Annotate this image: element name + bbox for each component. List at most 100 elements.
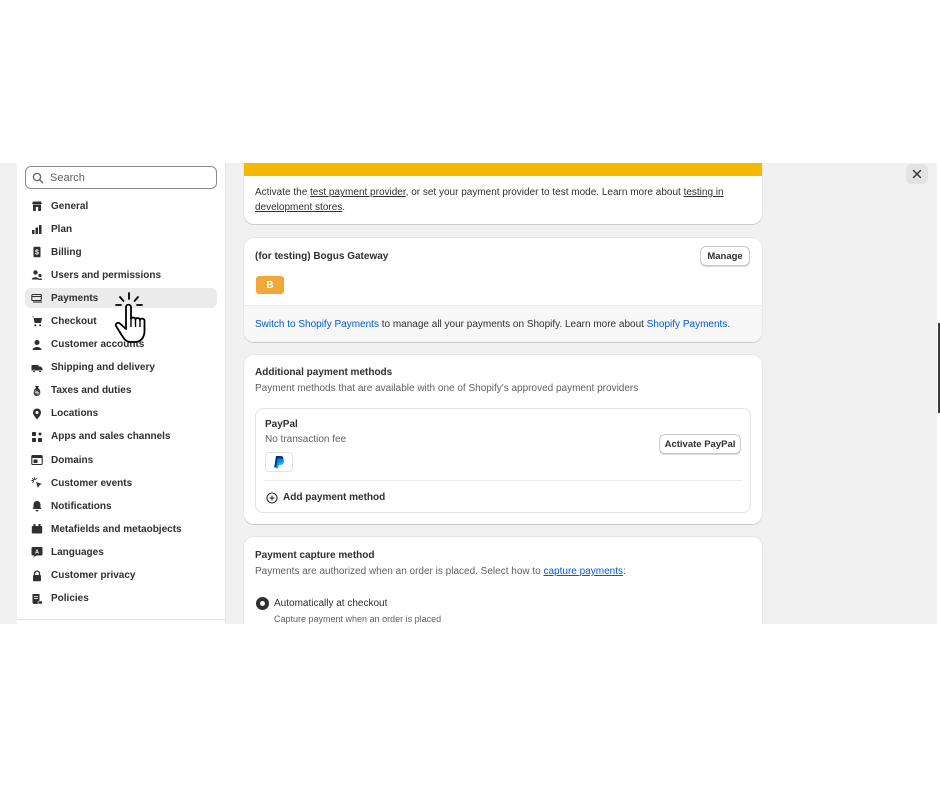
sidebar-item-label: Languages [51,546,104,558]
capture-payments-link[interactable]: capture payments [544,566,624,577]
gateway-logo-badge: B [256,276,284,294]
shopify-payments-strip: Switch to Shopify Payments to manage all… [244,305,762,342]
search-placeholder: Search [50,171,85,184]
additional-payment-methods-card: Additional payment methods Payment metho… [244,355,762,524]
switch-text-end: . [727,319,731,330]
sidebar-item-label: Payments [51,292,99,304]
shopify-payments-learn-link[interactable]: Shopify Payments [647,319,728,330]
test-mode-text-mid: , or set your payment provider to test m… [405,187,684,198]
sidebar-item-label: Customer events [51,477,133,489]
sidebar-item-locations[interactable]: Locations [25,404,217,424]
sidebar-item-label: Metafields and metaobjects [51,523,182,535]
capture-subtitle-pre: Payments are authorized when an order is… [255,566,544,577]
sidebar-item-label: Shipping and delivery [51,362,155,374]
plan-chart-icon [31,223,43,235]
sidebar-item-customer-privacy[interactable]: Customer privacy [25,566,217,586]
gateway-title: (for testing) Bogus Gateway [255,251,389,262]
capture-title: Payment capture method [255,550,375,561]
test-payment-provider-link[interactable]: test payment provider [310,187,406,198]
sidebar-item-metafields[interactable]: Metafields and metaobjects [25,519,217,539]
automatic-checkout-label: Automatically at checkout [274,598,388,609]
sidebar-item-billing[interactable]: $ Billing [25,242,217,262]
tax-icon: % [31,385,43,397]
domain-icon [31,454,43,466]
sidebar-item-taxes[interactable]: % Taxes and duties [25,381,217,401]
test-mode-text-post: . [342,202,346,213]
sidebar-item-policies[interactable]: Policies [25,589,217,609]
sidebar-item-users[interactable]: Users and permissions [25,265,217,285]
svg-text:A: A [35,550,39,556]
lock-icon [31,569,43,582]
test-mode-card: Activate the test payment provider, or s… [244,163,762,224]
sidebar-item-label: General [51,200,89,212]
sidebar-item-label: Billing [51,246,82,258]
paypal-box: PayPal No transaction fee Activate PayPa… [255,408,751,513]
receipt-icon: $ [31,246,43,258]
payments-icon [31,292,43,304]
test-mode-text-pre: Activate the [255,187,311,198]
search-icon [32,172,44,183]
svg-text:%: % [35,390,40,396]
sidebar-item-apps[interactable]: Apps and sales channels [25,427,217,447]
add-payment-method-button[interactable]: Add payment method [266,490,385,505]
policy-icon [31,593,43,605]
store-icon [31,200,43,212]
switch-shopify-payments-link[interactable]: Switch to Shopify Payments [255,319,379,330]
sidebar-item-label: Locations [51,408,99,420]
truck-icon [31,362,43,374]
capture-subtitle: Payments are authorized when an order is… [255,564,626,579]
settings-screenshot: Search General Plan $ Billing Users and … [0,163,940,624]
paypal-fee: No transaction fee [265,434,347,445]
paypal-divider [264,480,742,481]
switch-payments-text: Switch to Shopify Payments to manage all… [255,317,730,332]
add-payment-method-label: Add payment method [283,492,386,503]
sidebar-item-customer-events[interactable]: Customer events [25,473,217,493]
location-pin-icon [31,408,43,420]
sidebar-item-label: Taxes and duties [51,385,132,397]
sidebar-item-label: Apps and sales channels [51,431,171,443]
svg-text:$: $ [35,250,39,257]
settings-sidebar: Search General Plan $ Billing Users and … [17,163,226,624]
activate-paypal-button[interactable]: Activate PayPal [659,434,741,454]
cursor-click-icon [31,477,43,489]
close-icon [912,169,922,179]
language-icon: A [31,546,43,558]
capture-subtitle-post: : [623,566,626,577]
hand-pointer-cursor [114,292,146,343]
payment-capture-card: Payment capture method Payments are auth… [244,537,762,624]
radio-automatic-checkout[interactable] [256,597,269,610]
sidebar-item-languages[interactable]: A Languages [25,542,217,562]
sidebar-item-shipping[interactable]: Shipping and delivery [25,358,217,378]
sidebar-item-label: Customer privacy [51,570,136,581]
additional-methods-title: Additional payment methods [255,367,393,378]
person-icon [31,339,43,351]
paypal-name: PayPal [265,419,298,430]
bell-icon [31,500,43,512]
test-mode-description: Activate the test payment provider, or s… [255,185,745,215]
paypal-logo [265,452,293,472]
users-icon [31,269,43,281]
automatic-checkout-description: Capture payment when an order is placed [274,614,442,624]
sidebar-item-general[interactable]: General [25,196,217,216]
manage-button[interactable]: Manage [700,246,750,266]
sidebar-item-label: Plan [51,223,73,235]
additional-methods-subtitle: Payment methods that are available with … [255,383,639,394]
sidebar-item-label: Notifications [51,500,112,512]
sidebar-item-notifications[interactable]: Notifications [25,496,217,516]
plus-circle-icon [266,491,278,504]
sidebar-item-label: Policies [51,593,89,605]
cart-icon [31,315,43,327]
sidebar-item-plan[interactable]: Plan [25,219,217,239]
sidebar-divider [17,619,226,620]
gateway-card: (for testing) Bogus Gateway Manage B Swi… [244,238,762,342]
sidebar-item-label: Domains [51,454,94,466]
search-input[interactable]: Search [25,166,217,189]
sidebar-item-label: Users and permissions [51,269,162,281]
paypal-icon [274,456,285,469]
warning-banner [244,163,762,176]
close-button[interactable] [906,164,928,184]
settings-nav: General Plan $ Billing Users and permiss… [25,196,217,612]
sidebar-item-domains[interactable]: Domains [25,450,217,470]
switch-text-mid: to manage all your payments on Shopify. … [378,319,647,330]
apps-icon [31,431,43,443]
